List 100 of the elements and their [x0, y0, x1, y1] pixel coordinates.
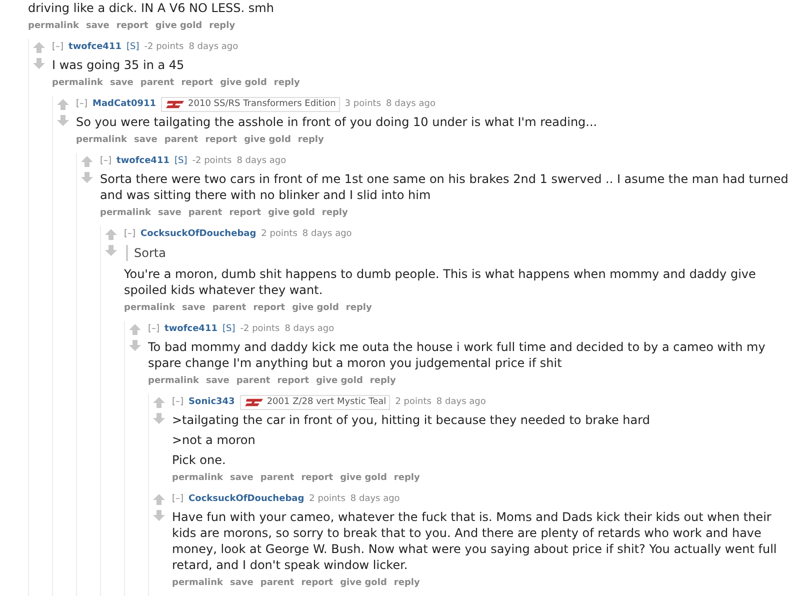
timestamp: 8 days ago — [188, 41, 238, 54]
comment-action-link[interactable]: give gold — [340, 472, 387, 484]
comment-action-link[interactable]: parent — [188, 207, 222, 219]
upvote-arrow-icon[interactable] — [153, 494, 165, 505]
author-link[interactable]: twofce411 — [164, 321, 218, 337]
comment-action-link[interactable]: reply — [394, 577, 420, 589]
comment-action-link[interactable]: reply — [346, 302, 372, 314]
comment-action-link[interactable]: save — [230, 577, 254, 589]
comment-action-link[interactable]: permalink — [148, 375, 199, 387]
timestamp: 8 days ago — [386, 98, 436, 111]
timestamp: 8 days ago — [350, 493, 400, 506]
downvote-arrow-icon[interactable] — [153, 510, 165, 521]
comment-action-link[interactable]: give gold — [340, 577, 387, 589]
score-text: 2 points — [395, 396, 432, 409]
comment-action-link[interactable]: reply — [322, 207, 348, 219]
score-text: 2 points — [261, 228, 298, 241]
submitter-tag: [S] — [174, 153, 188, 169]
comment-action-link[interactable]: permalink — [172, 577, 223, 589]
comment-action-link[interactable]: report — [301, 577, 334, 589]
comment-text: >not a moron — [172, 432, 256, 448]
comment-action-link[interactable]: parent — [260, 577, 294, 589]
comment-action-link[interactable]: save — [110, 77, 134, 89]
collapse-toggle[interactable]: [–] — [172, 394, 184, 410]
author-link[interactable]: twofce411 — [68, 39, 122, 55]
upvote-arrow-icon[interactable] — [105, 229, 117, 240]
downvote-arrow-icon[interactable] — [33, 58, 45, 69]
flair-logo-icon — [244, 398, 264, 406]
score-text: -2 points — [240, 323, 280, 336]
comment-text: You're a moron, dumb shit happens to dumb people. This is what happens when mommy and daddy give spoiled kids whatever they want. — [124, 266, 757, 298]
comment-action-link[interactable]: give gold — [220, 77, 267, 89]
comment-action-link[interactable]: give gold — [244, 134, 291, 146]
comment-action-link[interactable]: give gold — [268, 207, 315, 219]
comment-action-link[interactable]: reply — [274, 77, 300, 89]
comment-action-link[interactable]: report — [181, 77, 214, 89]
downvote-arrow-icon[interactable] — [153, 413, 165, 424]
comment-action-link[interactable]: parent — [212, 302, 246, 314]
author-link[interactable]: CocksuckOfDouchebag — [140, 226, 256, 242]
comment-action-link[interactable]: parent — [236, 375, 270, 387]
comment-action-link[interactable]: save — [86, 20, 110, 32]
upvote-arrow-icon[interactable] — [153, 397, 165, 408]
comment-text: Have fun with your cameo, whatever the fuck that is. Moms and Dads kick their kids out when their kids are morons, so sorry to break that to you. And there are plenty of retards who work and have money, look at George W. Bush. Now what were you saying about price if shit? You actually went full retard, and I don't speak window licker. — [172, 509, 778, 573]
comment-action-link[interactable]: report — [205, 134, 238, 146]
comment-action-link[interactable]: permalink — [124, 302, 175, 314]
comment-action-link[interactable]: give gold — [155, 20, 202, 32]
comment-action-link[interactable]: parent — [260, 472, 294, 484]
author-link[interactable]: CocksuckOfDouchebag — [188, 491, 304, 507]
comment-action-link[interactable]: permalink — [28, 20, 79, 32]
upvote-arrow-icon[interactable] — [57, 99, 69, 110]
comment-action-link[interactable]: save — [158, 207, 182, 219]
score-text: 2 points — [309, 493, 346, 506]
comment-action-link[interactable]: permalink — [52, 77, 103, 89]
flair-text: 2001 Z/28 vert Mystic Teal — [266, 396, 386, 408]
downvote-arrow-icon[interactable] — [105, 245, 117, 256]
author-link[interactable]: Sonic343 — [188, 394, 235, 410]
comment-text: >tailgating the car in front of you, hitting it because they needed to brake hard — [172, 412, 651, 428]
comment-action-link[interactable]: permalink — [172, 472, 223, 484]
timestamp: 8 days ago — [302, 228, 352, 241]
comment-action-link[interactable]: reply — [370, 375, 396, 387]
comment-action-link[interactable]: reply — [394, 472, 420, 484]
comment-action-link[interactable]: permalink — [76, 134, 127, 146]
comment-text: So you were tailgating the asshole in front of you doing 10 under is what I'm reading... — [76, 114, 598, 130]
flair-logo-icon — [165, 100, 186, 108]
comment-action-link[interactable]: reply — [209, 20, 236, 32]
collapse-toggle[interactable]: [–] — [100, 153, 112, 169]
comment-action-link[interactable]: give gold — [316, 375, 363, 387]
collapse-toggle[interactable]: [–] — [148, 321, 160, 337]
downvote-arrow-icon[interactable] — [81, 172, 93, 183]
upvote-arrow-icon[interactable] — [33, 42, 45, 53]
comment-action-link[interactable]: give gold — [292, 302, 339, 314]
upvote-arrow-icon[interactable] — [81, 156, 93, 167]
comment-action-link[interactable]: parent — [164, 134, 198, 146]
upvote-arrow-icon[interactable] — [129, 324, 141, 335]
author-link[interactable]: twofce411 — [116, 153, 170, 169]
comment-action-link[interactable]: parent — [140, 77, 174, 89]
quoted-text: Sorta — [126, 245, 792, 261]
downvote-arrow-icon[interactable] — [57, 115, 69, 126]
timestamp: 8 days ago — [236, 155, 286, 168]
comment-action-link[interactable]: save — [206, 375, 230, 387]
comment-text: Sorta there were two cars in front of me 1st one same on his brakes 2nd 1 swerved .. I asume the man had turned and was sitting there with no blinker and I slid into him — [100, 171, 790, 203]
comment-action-link[interactable]: report — [253, 302, 286, 314]
comment-text: driving like a dick. IN A V6 NO LESS. smh — [28, 0, 275, 16]
collapse-toggle[interactable]: [–] — [52, 39, 64, 55]
comment-action-link[interactable]: report — [116, 20, 148, 32]
collapse-toggle[interactable]: [–] — [172, 491, 184, 507]
author-link[interactable]: MadCat0911 — [92, 96, 156, 112]
timestamp: 8 days ago — [284, 323, 334, 336]
comment-text: Pick one. — [172, 452, 227, 468]
comment-action-link[interactable]: report — [277, 375, 310, 387]
score-text: -2 points — [144, 41, 184, 54]
comment-action-link[interactable]: save — [134, 134, 158, 146]
collapse-toggle[interactable]: [–] — [76, 96, 88, 112]
timestamp: 8 days ago — [436, 396, 486, 409]
downvote-arrow-icon[interactable] — [129, 340, 141, 351]
comment-action-link[interactable]: report — [301, 472, 334, 484]
comment-action-link[interactable]: reply — [298, 134, 324, 146]
collapse-toggle[interactable]: [–] — [124, 226, 136, 242]
comment-action-link[interactable]: save — [182, 302, 206, 314]
comment-action-link[interactable]: report — [229, 207, 262, 219]
comment-action-link[interactable]: save — [230, 472, 254, 484]
comment-action-link[interactable]: permalink — [100, 207, 151, 219]
